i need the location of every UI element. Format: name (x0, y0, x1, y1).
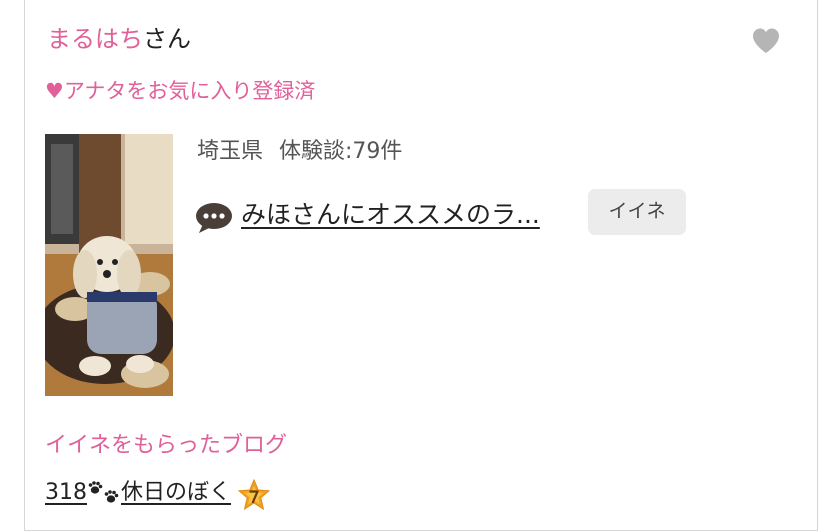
user-card: まるはちさん ♥アナタをお気に入り登録済 埼玉県 体験談:79件 みほさんにオス… (24, 0, 818, 531)
favorite-button[interactable] (751, 26, 781, 56)
speech-bubble-icon (196, 203, 232, 233)
like-button[interactable]: イイネ (588, 189, 686, 235)
experience-count: 体験談:79件 (279, 139, 403, 164)
blog-title-prefix: 318 (45, 480, 87, 505)
liked-blog-link[interactable]: 318 休日のぼく (45, 475, 231, 511)
profile-meta: 埼玉県 体験談:79件 (197, 137, 402, 167)
liked-blogs-heading: イイネをもらったブログ (45, 433, 288, 458)
blog-title-suffix: 休日のぼく (121, 480, 232, 505)
prefecture: 埼玉県 (197, 139, 264, 164)
latest-diary-link[interactable]: みほさんにオススメのラ... (241, 198, 540, 232)
liked-blog-item: 318 休日のぼく (45, 475, 271, 513)
star-badge-icon (238, 478, 271, 510)
favorite-status-text: ♥アナタをお気に入り登録済 (45, 79, 316, 103)
user-name[interactable]: まるはち (47, 25, 143, 53)
user-name-row: まるはちさん (47, 22, 191, 56)
user-dog-photo[interactable] (45, 134, 173, 396)
dog-photo-image (45, 134, 173, 396)
user-honorific: さん (143, 25, 191, 53)
heart-icon (753, 28, 779, 53)
paw-prints-icon (88, 481, 119, 503)
